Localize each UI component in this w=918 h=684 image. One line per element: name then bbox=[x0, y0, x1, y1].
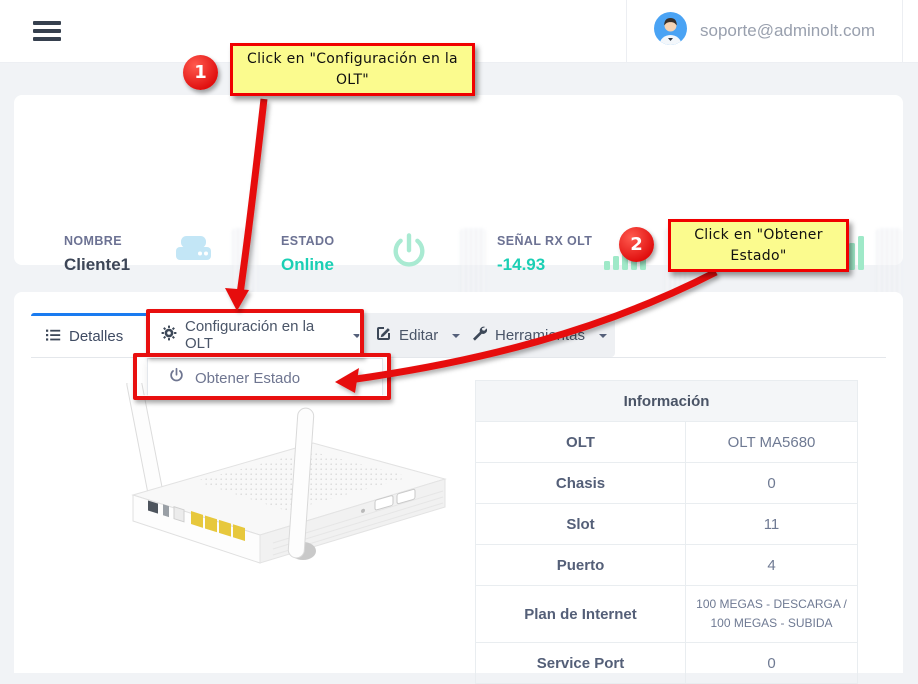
gear-icon bbox=[161, 325, 177, 345]
router-device-icon bbox=[170, 233, 216, 274]
table-row: Puerto 4 bbox=[476, 545, 858, 586]
row-olt-value: OLT MA5680 bbox=[686, 422, 858, 463]
stat-senal-rx-onu: SEÑAL RX ONU -14.58 bbox=[713, 234, 812, 275]
tab-herramientas[interactable]: Herramientas bbox=[457, 313, 615, 357]
stat-estado-label: ESTADO bbox=[281, 234, 335, 248]
row-plan-label: Plan de Internet bbox=[476, 586, 686, 643]
stat-senal-rx-olt-label: SEÑAL RX OLT bbox=[497, 234, 592, 248]
table-row: Slot 11 bbox=[476, 504, 858, 545]
stat-senal-rx-olt-value: -14.93 bbox=[497, 255, 592, 275]
signal-bars-icon bbox=[604, 234, 646, 277]
hamburger-menu-icon[interactable] bbox=[33, 21, 61, 41]
stat-nombre-label: NOMBRE bbox=[64, 234, 130, 248]
signal-bars-icon bbox=[822, 234, 864, 277]
tab-bar: Detalles Configuración en la OLT Edi bbox=[31, 313, 615, 357]
power-icon bbox=[168, 367, 185, 389]
wrench-icon bbox=[471, 325, 487, 345]
tab-configuracion-olt[interactable]: Configuración en la OLT bbox=[147, 313, 361, 357]
row-serviceport-value: 0 bbox=[686, 643, 858, 684]
user-menu[interactable]: soporte@adminolt.com bbox=[626, 0, 903, 62]
row-slot-value: 11 bbox=[686, 504, 858, 545]
chevron-down-icon bbox=[599, 334, 607, 338]
tab-herramientas-label: Herramientas bbox=[495, 327, 585, 344]
info-table: Información OLT OLT MA5680 Chasis 0 Slot… bbox=[475, 380, 858, 684]
table-row: Service Port 0 bbox=[476, 643, 858, 684]
row-olt-label: OLT bbox=[476, 422, 686, 463]
tab-editar[interactable]: Editar bbox=[361, 313, 457, 357]
stat-nombre: NOMBRE Cliente1 bbox=[64, 234, 130, 275]
stat-nombre-value: Cliente1 bbox=[64, 255, 130, 275]
stat-senal-rx-onu-value: -14.58 bbox=[713, 255, 812, 275]
chevron-down-icon bbox=[353, 334, 361, 338]
edit-icon bbox=[375, 325, 391, 345]
stat-senal-rx-olt: SEÑAL RX OLT -14.93 bbox=[497, 234, 592, 275]
stat-senal-rx-onu-label: SEÑAL RX ONU bbox=[713, 234, 812, 248]
stat-estado: ESTADO Online bbox=[281, 234, 335, 275]
row-slot-label: Slot bbox=[476, 504, 686, 545]
tab-configuracion-olt-label: Configuración en la OLT bbox=[185, 318, 339, 352]
row-serviceport-label: Service Port bbox=[476, 643, 686, 684]
list-icon bbox=[45, 327, 61, 347]
power-icon bbox=[388, 231, 430, 278]
configuracion-dropdown-menu: Obtener Estado bbox=[147, 358, 383, 398]
row-chasis-value: 0 bbox=[686, 463, 858, 504]
table-row: Plan de Internet 100 MEGAS - DESCARGA / … bbox=[476, 586, 858, 643]
menu-item-obtener-estado[interactable]: Obtener Estado bbox=[195, 370, 300, 387]
row-chasis-label: Chasis bbox=[476, 463, 686, 504]
row-puerto-value: 4 bbox=[686, 545, 858, 586]
tab-editar-label: Editar bbox=[399, 327, 438, 344]
tab-detalles-label: Detalles bbox=[69, 328, 123, 345]
tab-detalles[interactable]: Detalles bbox=[31, 313, 147, 357]
stat-estado-value: Online bbox=[281, 255, 335, 275]
row-puerto-label: Puerto bbox=[476, 545, 686, 586]
user-email: soporte@adminolt.com bbox=[700, 21, 875, 41]
table-row: OLT OLT MA5680 bbox=[476, 422, 858, 463]
user-avatar bbox=[654, 12, 687, 50]
info-table-title: Información bbox=[476, 381, 858, 422]
table-row: Chasis 0 bbox=[476, 463, 858, 504]
onu-product-image bbox=[45, 383, 450, 578]
onu-status-card: NOMBRE Cliente1 ESTADO Online SEÑAL RX O… bbox=[14, 95, 903, 265]
top-header: soporte@adminolt.com bbox=[0, 0, 918, 63]
row-plan-value: 100 MEGAS - DESCARGA / 100 MEGAS - SUBID… bbox=[686, 586, 858, 643]
